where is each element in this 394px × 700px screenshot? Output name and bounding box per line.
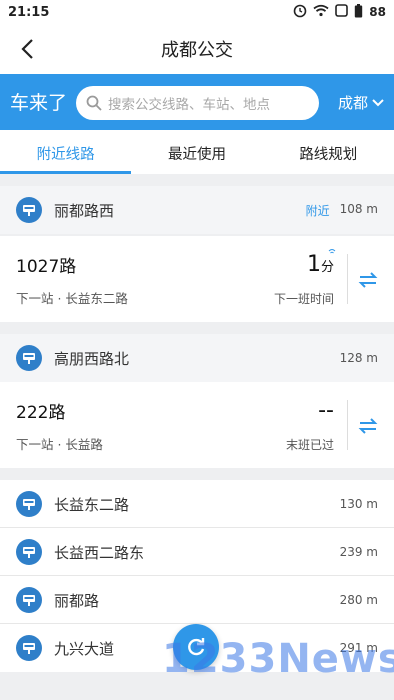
bus-stop-icon — [16, 539, 42, 565]
swap-direction-button[interactable] — [354, 266, 382, 294]
nearby-stop-row[interactable]: 长益东二路 130 m — [0, 480, 394, 528]
nearby-stop-row[interactable]: 长益西二路东 239 m — [0, 528, 394, 576]
route-card[interactable]: 1027路 下一站 · 长益东二路 1分 下一班时间 — [0, 236, 394, 322]
arrival-minutes: 1 — [306, 252, 321, 277]
divider — [347, 254, 348, 304]
alarm-icon — [293, 4, 307, 21]
nearby-badge: 附近 — [305, 203, 330, 218]
city-label: 成都 — [337, 94, 368, 112]
route-next-stop: 下一站 · 长益路 — [16, 437, 103, 452]
stop-name: 丽都路西 — [54, 201, 115, 220]
stop-meta: 128 m — [340, 351, 378, 365]
stop-distance: 128 m — [339, 351, 378, 365]
nav-bar: 成都公交 — [0, 24, 394, 74]
bus-stop-icon — [16, 491, 42, 517]
search-band: 车来了 搜索公交线路、车站、地点 成都 — [0, 74, 394, 130]
tab-recent[interactable]: 最近使用 — [131, 130, 262, 174]
wifi-icon — [313, 4, 329, 20]
stop-distance: 108 m — [339, 201, 378, 216]
arrival-time: -- — [318, 398, 334, 423]
chevron-down-icon — [372, 98, 384, 106]
arrival-label: 末班已过 — [285, 438, 334, 452]
search-icon — [86, 95, 102, 111]
status-icons: 88 — [293, 3, 386, 21]
stop-meta: 附近 108 m — [306, 202, 378, 219]
status-time: 21:15 — [8, 4, 50, 20]
swap-icon — [358, 418, 378, 434]
bus-stop-icon — [16, 345, 42, 371]
search-input[interactable]: 搜索公交线路、车站、地点 — [76, 86, 319, 120]
tab-bar: 附近线路 最近使用 路线规划 — [0, 130, 394, 174]
arrival-time: 1分 — [307, 252, 334, 277]
stop-name: 长益西二路东 — [54, 543, 145, 562]
arrival-unit: 分 — [320, 260, 334, 275]
search-placeholder: 搜索公交线路、车站、地点 — [108, 97, 270, 113]
battery-icon — [354, 3, 363, 21]
screen-icon — [335, 4, 349, 20]
page-title: 成都公交 — [161, 40, 233, 61]
tab-nearby-routes[interactable]: 附近线路 — [0, 130, 132, 174]
stop-distance: 130 m — [339, 497, 378, 511]
route-name: 222路 — [16, 403, 66, 423]
stop-name: 高朋西路北 — [54, 349, 130, 368]
stop-header[interactable]: 高朋西路北 128 m — [0, 334, 394, 382]
arrival-label: 下一班时间 — [273, 292, 334, 306]
bus-stop-icon — [16, 197, 42, 223]
battery-level: 88 — [369, 5, 386, 19]
route-next-stop: 下一站 · 长益东二路 — [16, 291, 128, 306]
watermark: 1233News — [162, 636, 394, 682]
stop-header[interactable]: 丽都路西 附近 108 m — [0, 186, 394, 234]
app-brand: 车来了 — [10, 92, 68, 114]
stop-name: 丽都路 — [54, 591, 100, 610]
divider — [347, 400, 348, 450]
city-selector[interactable]: 成都 — [338, 92, 384, 113]
route-card[interactable]: 222路 下一站 · 长益路 -- 末班已过 — [0, 382, 394, 468]
arrival-minutes: -- — [318, 398, 334, 423]
stop-name: 九兴大道 — [54, 639, 115, 658]
stop-distance: 280 m — [339, 593, 378, 607]
bus-stop-icon — [16, 587, 42, 613]
stop-name: 长益东二路 — [54, 495, 130, 514]
swap-direction-button[interactable] — [354, 412, 382, 440]
route-name: 1027路 — [16, 257, 77, 277]
nearby-stop-row[interactable]: 丽都路 280 m — [0, 576, 394, 624]
status-bar: 21:15 88 — [0, 0, 394, 24]
tab-route-planning[interactable]: 路线规划 — [263, 130, 394, 174]
bus-stop-icon — [16, 635, 42, 661]
swap-icon — [358, 272, 378, 288]
stop-distance: 239 m — [339, 545, 378, 559]
